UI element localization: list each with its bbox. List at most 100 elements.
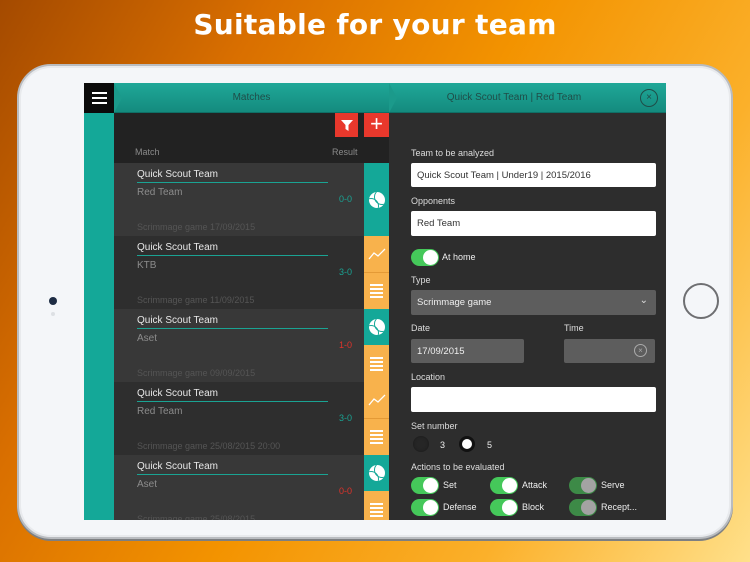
type-label: Type xyxy=(411,275,431,285)
attack-toggle[interactable] xyxy=(490,477,518,494)
breadcrumb-team: Quick Scout Team | Red Team xyxy=(446,92,582,103)
match-opponent: Aset xyxy=(137,333,158,344)
match-date: Scrimmage game 25/08/2015 xyxy=(137,514,256,520)
matches-list: + Match Result Quick Scout Team Red Team… xyxy=(114,113,389,520)
serve-toggle[interactable] xyxy=(569,477,597,494)
volleyball-icon xyxy=(368,319,385,335)
match-team: Quick Scout Team xyxy=(137,315,218,326)
block-toggle[interactable] xyxy=(490,499,518,516)
match-score: 3-0 xyxy=(338,413,352,423)
match-opponent: Aset xyxy=(137,479,158,490)
opponents-value: Red Team xyxy=(417,218,461,229)
type-select[interactable]: Scrimmage game ⌄ xyxy=(411,290,656,315)
match-date: Scrimmage game 25/08/2015 20:00 xyxy=(137,441,281,451)
time-label: Time xyxy=(564,323,584,333)
list-icon xyxy=(370,284,383,298)
reception-toggle[interactable] xyxy=(569,499,597,516)
match-row[interactable]: Quick Scout Team Red Team 3-0 Scrimmage … xyxy=(114,382,364,455)
filter-icon xyxy=(340,119,353,131)
column-header-match: Match xyxy=(135,147,160,157)
defense-toggle[interactable] xyxy=(411,499,439,516)
match-score: 0-0 xyxy=(338,194,352,204)
camera-sensor xyxy=(51,312,55,316)
details-button[interactable] xyxy=(364,418,389,455)
block-toggle-label: Block xyxy=(522,502,545,512)
stats-button[interactable] xyxy=(364,236,389,272)
at-home-toggle[interactable] xyxy=(411,249,439,266)
details-button[interactable] xyxy=(364,272,389,309)
match-opponent: KTB xyxy=(137,260,157,271)
set-3-radio[interactable] xyxy=(413,436,429,452)
match-score: 0-0 xyxy=(338,486,352,496)
attack-toggle-label: Attack xyxy=(522,480,548,490)
location-label: Location xyxy=(411,372,446,382)
camera xyxy=(49,297,57,305)
date-label: Date xyxy=(411,323,431,333)
match-team: Quick Scout Team xyxy=(137,388,218,399)
divider xyxy=(137,474,328,475)
match-row[interactable]: Quick Scout Team Red Team 0-0 Scrimmage … xyxy=(114,163,364,236)
column-header-result: Result xyxy=(332,147,358,157)
details-button[interactable] xyxy=(364,345,389,382)
match-opponent: Red Team xyxy=(137,187,183,198)
match-date: Scrimmage game 11/09/2015 xyxy=(137,295,255,305)
defense-toggle-label: Defense xyxy=(443,502,477,512)
close-button[interactable]: × xyxy=(640,89,658,107)
list-icon xyxy=(370,356,383,371)
top-bar: Matches Quick Scout Team | Red Team × xyxy=(114,83,666,113)
stats-chart-icon xyxy=(368,394,385,406)
match-row[interactable]: Quick Scout Team KTB 3-0 Scrimmage game … xyxy=(114,236,364,309)
sidebar xyxy=(84,113,114,520)
set-toggle-label: Set xyxy=(443,480,457,490)
set-number-label: Set number xyxy=(411,421,458,431)
set-5-label: 5 xyxy=(487,440,493,450)
hamburger-menu-button[interactable] xyxy=(84,83,114,113)
filter-button[interactable] xyxy=(335,113,358,137)
set-3-label: 3 xyxy=(440,440,446,450)
divider xyxy=(137,328,328,329)
clear-icon[interactable]: × xyxy=(634,344,647,357)
list-icon xyxy=(370,502,383,517)
match-opponent: Red Team xyxy=(137,406,183,417)
stats-button[interactable] xyxy=(364,382,389,418)
match-row[interactable]: Quick Scout Team Aset 1-0 Scrimmage game… xyxy=(114,309,364,382)
reception-toggle-label: Recept... xyxy=(601,502,638,512)
match-team: Quick Scout Team xyxy=(137,169,218,180)
chevron-down-icon: ⌄ xyxy=(639,295,648,306)
date-input[interactable]: 17/09/2015 xyxy=(411,339,524,363)
scout-match-button[interactable] xyxy=(364,163,389,236)
match-form: Team to be analyzed Quick Scout Team | U… xyxy=(389,113,666,520)
match-score: 3-0 xyxy=(338,267,352,277)
match-row[interactable]: Quick Scout Team Aset 0-0 Scrimmage game… xyxy=(114,455,364,520)
match-date: Scrimmage game 09/09/2015 xyxy=(137,368,256,378)
opponents-input[interactable]: Red Team xyxy=(411,211,656,236)
home-button[interactable] xyxy=(683,283,719,319)
time-input[interactable]: × xyxy=(564,339,655,363)
set-toggle[interactable] xyxy=(411,477,439,494)
divider xyxy=(137,182,328,183)
volleyball-icon xyxy=(368,465,385,481)
scout-match-button[interactable] xyxy=(364,455,389,491)
stats-chart-icon xyxy=(368,248,385,260)
set-5-radio[interactable] xyxy=(459,436,475,452)
opponents-label: Opponents xyxy=(411,196,456,206)
app-screen: Matches Quick Scout Team | Red Team × + … xyxy=(84,83,666,520)
date-value: 17/09/2015 xyxy=(417,345,465,357)
details-button[interactable] xyxy=(364,491,389,520)
type-value: Scrimmage game xyxy=(417,297,492,308)
actions-label: Actions to be evaluated xyxy=(411,462,505,472)
headline: Suitable for your team xyxy=(193,8,557,41)
team-value: Quick Scout Team | Under19 | 2015/2016 xyxy=(417,169,591,181)
team-input[interactable]: Quick Scout Team | Under19 | 2015/2016 xyxy=(411,163,656,187)
at-home-label: At home xyxy=(442,252,476,262)
breadcrumb-matches[interactable]: Matches xyxy=(114,83,389,113)
divider xyxy=(137,255,328,256)
location-input[interactable] xyxy=(411,387,656,412)
match-date: Scrimmage game 17/09/2015 xyxy=(137,222,256,232)
volleyball-icon xyxy=(368,191,385,208)
scout-match-button[interactable] xyxy=(364,309,389,345)
add-match-button[interactable]: + xyxy=(364,113,389,137)
list-icon xyxy=(370,430,383,444)
serve-toggle-label: Serve xyxy=(601,480,625,490)
match-score: 1-0 xyxy=(338,340,352,350)
